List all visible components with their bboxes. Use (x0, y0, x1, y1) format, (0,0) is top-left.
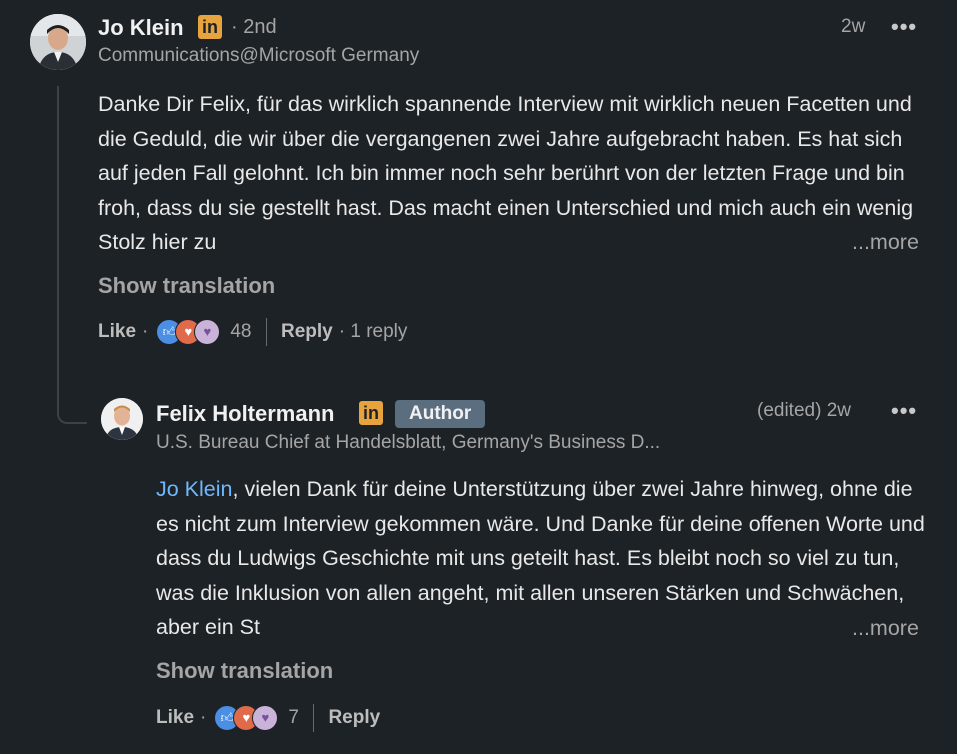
comment-timestamp: 2w (841, 16, 866, 37)
reaction-support-icon: ♥ (252, 705, 279, 731)
reply-overflow-menu-icon[interactable]: ••• (891, 400, 917, 422)
thread-connector-line (57, 86, 87, 424)
reply-body-text: , vielen Dank für deine Unterstützung üb… (156, 477, 925, 639)
reply-body: Jo Klein, vielen Dank für deine Unterstü… (156, 472, 928, 644)
reply-author-headline: U.S. Bureau Chief at Handelsblatt, Germa… (156, 432, 661, 453)
comment-reply-button[interactable]: Reply (281, 321, 333, 343)
separator-dot: · (200, 707, 207, 728)
avatar-jo-klein[interactable] (30, 14, 86, 70)
comment-see-more-link[interactable]: ...more (844, 225, 919, 260)
reply-reply-button[interactable]: Reply (328, 707, 380, 729)
reaction-support-icon: ♥ (194, 319, 221, 345)
reply-author-name[interactable]: Felix Holtermann (156, 401, 334, 427)
comment-overflow-menu-icon[interactable]: ••• (891, 16, 917, 38)
comment-actions: Like · 👍︎ ♥ ♥ 48 Reply · 1 reply (98, 318, 407, 346)
comment-like-button[interactable]: Like (98, 321, 136, 343)
separator-dot: · (142, 321, 149, 342)
action-divider (265, 318, 267, 346)
connection-degree: · 2nd (231, 16, 277, 38)
comment-author-name[interactable]: Jo Klein (98, 15, 184, 41)
comment-show-translation[interactable]: Show translation (98, 273, 275, 299)
author-badge: Author (395, 400, 486, 428)
avatar-felix-holtermann[interactable] (101, 398, 143, 440)
comment-body: Danke Dir Felix, für das wirklich spanne… (98, 92, 914, 254)
reply-see-more-link[interactable]: ...more (844, 611, 919, 646)
reply-like-button[interactable]: Like (156, 707, 194, 729)
reply-show-translation[interactable]: Show translation (156, 658, 333, 684)
reply-mention-link[interactable]: Jo Klein (156, 477, 233, 501)
comment-reactions[interactable]: 👍︎ ♥ ♥ (156, 319, 222, 345)
reply-reaction-count[interactable]: 7 (288, 707, 299, 729)
comment-reply-count[interactable]: · 1 reply (339, 321, 408, 343)
action-divider (312, 704, 315, 732)
reply-timestamp: (edited) 2w (757, 400, 851, 421)
reply-actions: Like · 👍︎ ♥ ♥ 7 Reply (156, 704, 380, 732)
comment-reaction-count[interactable]: 48 (230, 321, 251, 343)
linkedin-premium-icon: in (198, 15, 222, 39)
comment-author-headline: Communications@Microsoft Germany (98, 45, 420, 66)
comment-thread: Jo Klein in · 2nd Communications@Microso… (0, 0, 957, 754)
reply-reactions[interactable]: 👍︎ ♥ ♥ (214, 705, 280, 731)
linkedin-premium-icon: in (359, 401, 383, 425)
